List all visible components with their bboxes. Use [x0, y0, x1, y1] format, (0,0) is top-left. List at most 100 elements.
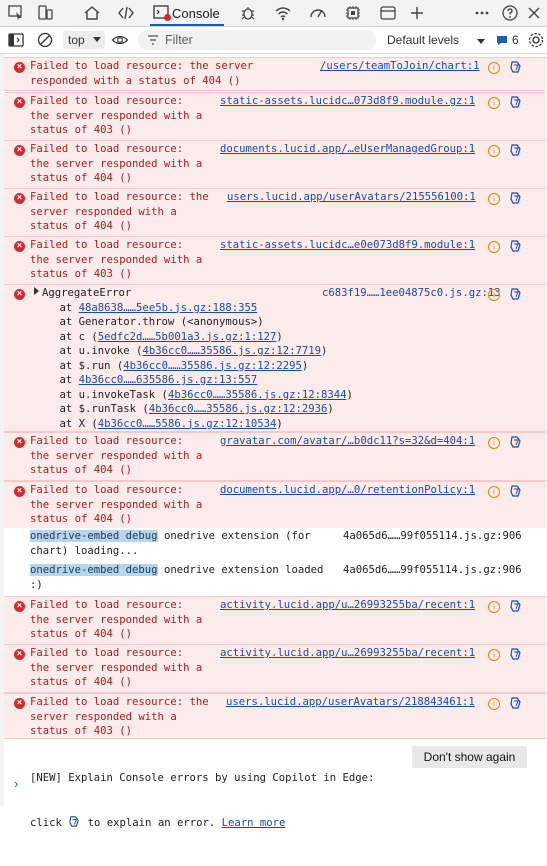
error-icon: ×: [14, 601, 25, 612]
add-icon[interactable]: [407, 3, 427, 23]
message-line-text: status of 404 (): [30, 464, 133, 476]
issues-icon[interactable]: [496, 34, 508, 46]
inspect-icon[interactable]: [6, 3, 26, 23]
context-selector[interactable]: top: [63, 31, 105, 49]
stack-frame-link[interactable]: 48a8638……5ee5b.js.gz:188:355: [79, 302, 258, 314]
copilot-explain-icon[interactable]: [509, 60, 523, 74]
source-link[interactable]: users.lucid.app/userAvatars/215556100:1: [227, 190, 476, 205]
warning-info-icon[interactable]: i: [488, 486, 500, 498]
error-indicator-icon: [164, 14, 171, 21]
copilot-explain-icon[interactable]: [509, 435, 523, 449]
message-line: the server responded with a: [30, 109, 202, 124]
stack-frame-link[interactable]: 5edfc2d……5b001a3.js.gz:1:127: [98, 331, 277, 343]
message-line: Failed to load resource:: [30, 238, 202, 253]
learn-more-link[interactable]: Learn more: [222, 817, 286, 829]
message-line: Failed to load resource: the server: [30, 59, 253, 74]
stack-frame: at $.run (4b36cc0……35586.js.gz:12:2295): [34, 359, 353, 374]
copilot-explain-icon[interactable]: [509, 143, 523, 157]
dont-show-again-button[interactable]: Don't show again: [412, 746, 527, 768]
copilot-explain-icon[interactable]: [509, 599, 523, 613]
copilot-explain-icon[interactable]: [509, 484, 523, 498]
stack-frame-link[interactable]: 4b36cc0……35586.js.gz:12:2936: [149, 403, 328, 415]
source-link[interactable]: /users/teamToJoin/chart:1: [320, 59, 479, 74]
debug-icon[interactable]: [238, 3, 258, 23]
warning-info-icon[interactable]: i: [488, 601, 500, 613]
message-text: Failed to load resource: the server respo…: [30, 238, 202, 282]
stack-frame-prefix: at $.run (: [34, 359, 124, 372]
warning-info-icon[interactable]: i: [488, 649, 500, 661]
stack-frame-link[interactable]: 4b36cc0……5586.js.gz:12:10534: [98, 418, 277, 430]
warning-info-icon[interactable]: i: [488, 97, 500, 109]
source-link[interactable]: activity.lucid.app/u…26993255ba/recent:1: [220, 598, 475, 613]
message-text: Failed to load resource: the server respo…: [30, 190, 209, 234]
device-icon[interactable]: [35, 3, 55, 23]
source-link[interactable]: documents.lucid.app/…eUserManagedGroup:1: [220, 142, 475, 157]
warning-info-icon[interactable]: i: [488, 698, 500, 710]
source-link[interactable]: activity.lucid.app/u…26993255ba/recent:1: [220, 646, 475, 661]
tab-console-label: Console: [172, 6, 220, 21]
message-line: status of 403 (): [30, 267, 202, 282]
message-line-text: the server responded with a: [30, 157, 203, 170]
warning-info-icon[interactable]: i: [488, 145, 500, 157]
stack-frame-link[interactable]: 4b36cc0……35586.js.gz:12:2295: [123, 360, 302, 372]
issues-count[interactable]: 6: [512, 33, 519, 47]
message-line: status of 404 (): [30, 675, 202, 690]
source-link[interactable]: 4a065d6……99f055114.js.gz:906: [343, 529, 522, 544]
warning-info-icon[interactable]: i: [488, 193, 500, 205]
console-prompt[interactable]: ›: [14, 776, 18, 791]
filter-placeholder: Filter: [165, 33, 193, 47]
message-line: status of 404 (): [30, 463, 202, 478]
home-icon[interactable]: [82, 3, 102, 23]
stack-frame-link[interactable]: 4b36cc0……635586.js.gz:13:557: [79, 374, 258, 386]
warning-info-icon[interactable]: i: [488, 241, 500, 253]
log-levels-dropdown[interactable]: Default levels: [387, 33, 459, 47]
copilot-explain-icon[interactable]: [509, 239, 523, 253]
application-icon[interactable]: [378, 3, 398, 23]
source-link[interactable]: documents.lucid.app/…0/retentionPolicy:1: [220, 483, 475, 498]
message-line-text: status of 403 (): [30, 268, 133, 280]
sidebar-toggle-icon[interactable]: [6, 30, 26, 50]
error-icon: ×: [14, 289, 25, 300]
tab-console[interactable]: Console: [150, 0, 224, 26]
warning-info-icon[interactable]: i: [488, 62, 500, 74]
copilot-explain-icon[interactable]: [509, 647, 523, 661]
performance-icon[interactable]: [308, 3, 328, 23]
close-icon[interactable]: [524, 3, 544, 23]
copilot-icon: [69, 815, 80, 827]
expand-triangle-icon[interactable]: [34, 287, 39, 295]
stack-frame-link[interactable]: 4b36cc0……35586.js.gz:12:8344: [168, 389, 347, 401]
more-icon[interactable]: [472, 3, 492, 23]
console-error-message: × users.lucid.app/userAvatars/215556100:1…: [4, 188, 546, 237]
aggregate-error-title[interactable]: AggregateError: [34, 286, 353, 301]
message-line: Failed to load resource:: [30, 142, 202, 157]
warning-info-icon[interactable]: i: [488, 437, 500, 449]
help-icon[interactable]: [500, 3, 520, 23]
message-text: Failed to load resource: the server respo…: [30, 59, 253, 88]
source-link[interactable]: 4a065d6……99f055114.js.gz:906: [343, 563, 522, 578]
source-link[interactable]: users.lucid.app/userAvatars/218843461:1: [226, 695, 475, 710]
message-line-text: onedrive extension (for: [157, 530, 311, 542]
source-link[interactable]: static-assets.lucidc…073d8f9.module.gz:1: [220, 94, 475, 109]
memory-icon[interactable]: [343, 3, 363, 23]
copilot-explain-icon[interactable]: [509, 191, 523, 205]
network-icon[interactable]: [273, 3, 293, 23]
copilot-explain-icon[interactable]: [509, 696, 523, 710]
stack-frame: at 48a8638……5ee5b.js.gz:188:355: [34, 301, 353, 316]
stack-frame-prefix: at $.runTask (: [34, 403, 149, 415]
clear-console-icon[interactable]: [35, 30, 55, 50]
source-link[interactable]: gravatar.com/avatar/…b0dc11?s=32&d=404:1: [220, 434, 475, 449]
message-line: the server responded with a: [30, 613, 202, 628]
settings-gear-icon[interactable]: [526, 30, 546, 50]
source-link[interactable]: static-assets.lucidc…e0e073d8f9.module:1: [220, 238, 475, 253]
eye-icon[interactable]: [110, 30, 130, 50]
console-error-message: × documents.lucid.app/…0/retentionPolicy:…: [4, 481, 546, 530]
message-line: status of 403 (): [30, 123, 202, 138]
stack-frame-suffix: ): [327, 403, 334, 415]
copilot-explain-icon[interactable]: [509, 287, 523, 301]
stack-frame-link[interactable]: 4b36cc0……35586.js.gz:12:7719: [142, 345, 321, 357]
copilot-explain-icon[interactable]: [509, 95, 523, 109]
elements-icon[interactable]: [116, 3, 136, 23]
message-line: the server responded with a: [30, 661, 202, 676]
warning-info-icon[interactable]: i: [488, 289, 500, 301]
filter-input[interactable]: Filter: [138, 30, 376, 50]
